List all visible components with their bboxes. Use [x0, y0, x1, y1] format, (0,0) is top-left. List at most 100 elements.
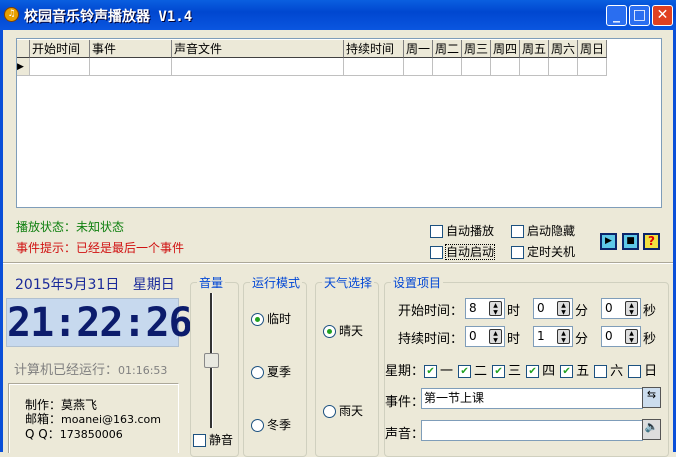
day-checkbox-5[interactable]: 六	[594, 364, 623, 379]
day-checkbox-2[interactable]: ✔ 三	[492, 364, 521, 379]
spinner-value[interactable]: 1	[537, 329, 545, 343]
current-row-indicator-icon: ▶	[17, 58, 30, 76]
digital-clock: 21:22:26	[7, 300, 193, 346]
column-header[interactable]: 周二	[433, 40, 462, 58]
checkbox-box[interactable]	[430, 246, 443, 259]
column-header[interactable]: 周五	[520, 40, 549, 58]
radio-button[interactable]	[251, 419, 264, 432]
checkbox-box[interactable]: ✔	[424, 365, 438, 378]
email-row: 邮箱：moanei@163.com	[25, 412, 161, 427]
column-header[interactable]: 周日	[578, 40, 607, 58]
spin-arrows-icon[interactable]: ▲ ▼	[625, 329, 638, 344]
checkbox-box[interactable]: ✔	[526, 365, 540, 378]
mode-radio-0[interactable]: 临时	[251, 310, 291, 327]
table-cell[interactable]	[433, 58, 462, 76]
column-header[interactable]: 开始时间	[30, 40, 90, 58]
table-cell[interactable]	[90, 58, 172, 76]
select-event-icon[interactable]: ⇆	[642, 387, 661, 408]
table-cell[interactable]	[491, 58, 520, 76]
duration-spinner-1[interactable]: 1 ▲ ▼	[533, 326, 573, 347]
column-header[interactable]: 事件	[90, 40, 172, 58]
column-header[interactable]: 声音文件	[172, 40, 344, 58]
radio-button[interactable]	[323, 325, 336, 338]
maximize-button[interactable]: □	[629, 5, 650, 26]
checkbox-box[interactable]: ✔	[492, 365, 506, 378]
start-spinner-0[interactable]: 8 ▲ ▼	[465, 298, 505, 319]
spin-arrows-icon[interactable]: ▲ ▼	[625, 301, 638, 316]
spinner-value[interactable]: 0	[605, 301, 613, 315]
day-checkbox-6[interactable]: 日	[628, 364, 657, 379]
start-spinner-2[interactable]: 0 ▲ ▼	[601, 298, 641, 319]
table-cell[interactable]	[578, 58, 607, 76]
auto-play-checkbox[interactable]: 自动播放	[430, 222, 494, 239]
duration-spinner-2[interactable]: 0 ▲ ▼	[601, 326, 641, 347]
spinner-value[interactable]: 0	[469, 329, 477, 343]
checkbox-box[interactable]	[511, 225, 524, 238]
column-header[interactable]: 持续时间	[344, 40, 404, 58]
start-hidden-checkbox[interactable]: 启动隐藏	[511, 222, 575, 239]
table-cell[interactable]	[344, 58, 404, 76]
help-button[interactable]: ?	[643, 233, 660, 250]
play-status-value: 未知状态	[76, 220, 125, 234]
speaker-icon[interactable]: 🔈	[642, 419, 661, 440]
radio-button[interactable]	[251, 366, 264, 379]
mute-checkbox[interactable]: 静音	[193, 431, 233, 448]
checkbox-box[interactable]: ✔	[560, 365, 574, 378]
radio-button[interactable]	[323, 405, 336, 418]
day-checkbox-0[interactable]: ✔ 一	[424, 364, 453, 379]
volume-slider[interactable]	[204, 352, 219, 368]
column-header[interactable]: 周三	[462, 40, 491, 58]
table-cell[interactable]	[520, 58, 549, 76]
radio-button[interactable]	[251, 313, 264, 326]
table-cell[interactable]	[30, 58, 90, 76]
column-header[interactable]: 周六	[549, 40, 578, 58]
weather-radio-1[interactable]: 雨天	[323, 402, 363, 419]
day-checkbox-3[interactable]: ✔ 四	[526, 364, 555, 379]
auto-start-checkbox[interactable]: 自动启动	[430, 243, 496, 260]
sound-input[interactable]	[421, 420, 643, 441]
table-cell[interactable]	[462, 58, 491, 76]
checkbox-label: 自动启动	[444, 244, 496, 260]
column-header[interactable]: 周一	[404, 40, 433, 58]
qq-row: Q Q：173850006	[25, 427, 161, 442]
unit-label: 分	[575, 332, 589, 347]
event-input[interactable]: 第一节上课	[421, 388, 643, 409]
mode-radio-1[interactable]: 夏季	[251, 363, 291, 380]
run-mode-group: 运行模式 临时 夏季 冬季	[243, 274, 307, 457]
mode-radio-2[interactable]: 冬季	[251, 416, 291, 433]
stop-button[interactable]: ■	[622, 233, 639, 250]
play-button[interactable]: ▶	[600, 233, 617, 250]
schedule-table[interactable]: ▶ 开始时间 事件 声音文件 持续时间 周一 周二 周三 周四 周五 周六 周日	[16, 38, 662, 208]
close-button[interactable]: ✕	[652, 5, 673, 26]
day-checkbox-1[interactable]: ✔ 二	[458, 364, 487, 379]
author-info-box: 制作：莫燕飞 邮箱：moanei@163.com Q Q：173850006	[8, 383, 179, 453]
spin-arrows-icon[interactable]: ▲ ▼	[557, 301, 570, 316]
table-cell[interactable]	[549, 58, 578, 76]
checkbox-box[interactable]	[511, 246, 524, 259]
duration-spinner-0[interactable]: 0 ▲ ▼	[465, 326, 505, 347]
minimize-button[interactable]: _	[606, 5, 627, 26]
spin-arrows-icon[interactable]: ▲ ▼	[489, 329, 502, 344]
qq-value: 173850006	[59, 428, 123, 441]
timed-shutdown-checkbox[interactable]: 定时关机	[511, 243, 575, 260]
checkbox-box[interactable]	[628, 365, 642, 378]
column-header[interactable]: 周四	[491, 40, 520, 58]
play-status: 播放状态：未知状态	[16, 218, 124, 235]
table-cell[interactable]	[404, 58, 433, 76]
radio-label: 雨天	[339, 404, 364, 418]
spinner-value[interactable]: 0	[605, 329, 613, 343]
spin-arrows-icon[interactable]: ▲ ▼	[557, 329, 570, 344]
checkbox-box[interactable]	[430, 225, 443, 238]
weather-radio-0[interactable]: 晴天	[323, 322, 363, 339]
checkbox-box[interactable]	[193, 434, 206, 447]
spin-arrows-icon[interactable]: ▲ ▼	[489, 301, 502, 316]
checkbox-box[interactable]: ✔	[458, 365, 472, 378]
spinner-value[interactable]: 0	[537, 301, 545, 315]
spinner-value[interactable]: 8	[469, 301, 477, 315]
day-checkbox-4[interactable]: ✔ 五	[560, 364, 589, 379]
checkbox-label: 一	[440, 364, 454, 379]
start-spinner-1[interactable]: 0 ▲ ▼	[533, 298, 573, 319]
checkbox-box[interactable]	[594, 365, 608, 378]
table-cell[interactable]	[172, 58, 344, 76]
run-mode-title: 运行模式	[250, 274, 303, 291]
